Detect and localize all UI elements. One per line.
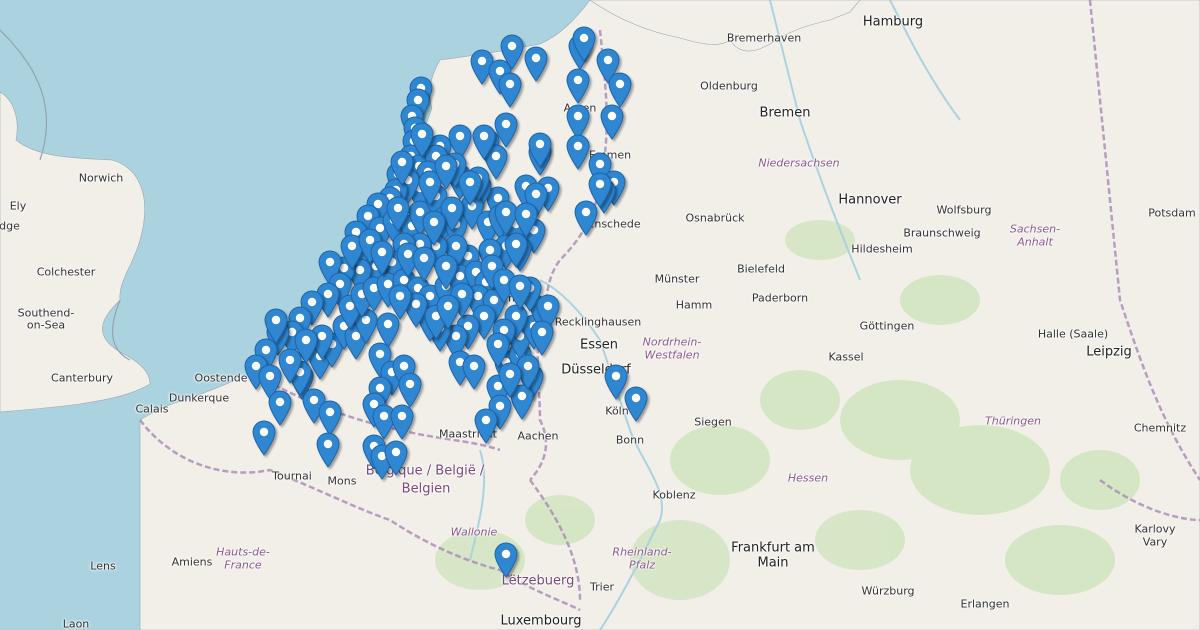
city-label: Göttingen (859, 319, 915, 333)
city-label: Hannover (838, 192, 902, 208)
city-label: Colchester (36, 265, 96, 279)
country-label: Belgien (401, 481, 451, 497)
map-marker-icon[interactable] (500, 34, 524, 70)
region-label: Westfalen (644, 348, 700, 362)
city-label: Hildesheim (851, 242, 913, 256)
map-marker-icon[interactable] (524, 46, 548, 82)
city-label: Calais (135, 402, 169, 416)
city-label: Southend- (17, 306, 75, 320)
city-label: Essen (580, 337, 618, 353)
map-marker-icon[interactable] (462, 354, 486, 390)
map-marker-icon[interactable] (398, 372, 422, 408)
city-label: Main (757, 555, 789, 571)
map-marker-icon[interactable] (436, 294, 460, 330)
map-marker-icon[interactable] (316, 432, 340, 468)
region-label: Rheinland- (612, 545, 672, 559)
city-label: Chemnitz (1133, 421, 1187, 435)
city-label: Paderborn (751, 291, 809, 305)
region-label: Thüringen (985, 414, 1041, 428)
city-label: Bremerhaven (726, 31, 802, 45)
map-marker-icon[interactable] (410, 122, 434, 158)
map-marker-icon[interactable] (624, 386, 648, 422)
city-label: Bonn (615, 433, 645, 447)
map-marker-icon[interactable] (472, 124, 496, 160)
city-label: Dunkerque (168, 391, 230, 405)
city-label: idge (0, 219, 20, 233)
city-label: Hamm (675, 298, 713, 312)
city-label: Wolfsburg (936, 203, 992, 217)
map-marker-icon[interactable] (390, 404, 414, 440)
map-marker-icon[interactable] (370, 240, 394, 276)
city-label: Luxembourg (500, 613, 582, 629)
city-label: Kassel (828, 350, 864, 364)
map-marker-icon[interactable] (384, 440, 408, 476)
city-label: Ely (9, 199, 27, 213)
region-label: France (224, 558, 262, 572)
region-label: Nordrhein- (642, 335, 702, 349)
city-label: Norwich (78, 171, 124, 185)
city-label: Recklinghausen (554, 315, 642, 329)
city-label: Würzburg (861, 584, 915, 598)
map-marker-icon[interactable] (566, 134, 590, 170)
city-label: Canterbury (51, 371, 113, 385)
city-label: Münster (654, 272, 700, 286)
city-label: Amiens (171, 555, 213, 569)
region-label: Pfalz (628, 558, 656, 572)
city-label: Hamburg (862, 14, 924, 30)
city-label: Oostende (194, 371, 248, 385)
city-label: Mons (327, 474, 357, 488)
region-label: Sachsen- (1009, 222, 1061, 236)
map-marker-icon[interactable] (498, 72, 522, 108)
map-marker-icon[interactable] (264, 308, 288, 344)
map-marker-icon[interactable] (474, 408, 498, 444)
map-marker-icon[interactable] (498, 362, 522, 398)
city-label: Frankfurt am (731, 540, 815, 556)
map-marker-icon[interactable] (422, 210, 446, 246)
map-marker-icon[interactable] (278, 348, 302, 384)
city-label: Halle (Saale) (1037, 327, 1109, 341)
map-marker-icon[interactable] (566, 68, 590, 104)
city-label: Karlovy (1134, 522, 1176, 536)
city-label: Vary (1142, 535, 1168, 549)
city-label: Koblenz (652, 488, 696, 502)
city-label: Oldenburg (700, 79, 758, 93)
city-label: Osnabrück (685, 211, 745, 225)
map-marker-icon[interactable] (530, 320, 554, 356)
city-label: Erlangen (960, 597, 1010, 611)
city-label: on-Sea (26, 318, 66, 332)
region-label: Hessen (787, 471, 829, 485)
city-label: Lens (90, 559, 116, 573)
map-marker-icon[interactable] (508, 274, 532, 310)
city-label: Trier (590, 580, 614, 594)
city-label: Bremen (759, 105, 811, 121)
map-marker-icon[interactable] (514, 202, 538, 238)
city-label: Potsdam (1148, 206, 1196, 220)
map-marker-icon[interactable] (412, 246, 436, 282)
city-label: Leipzig (1086, 344, 1132, 360)
city-label: Laon (62, 617, 90, 630)
map-marker-icon[interactable] (494, 542, 518, 578)
city-label: Bielefeld (737, 262, 785, 276)
map-marker-icon[interactable] (608, 72, 632, 108)
map-marker-icon[interactable] (434, 154, 458, 190)
map-marker-icon[interactable] (252, 420, 276, 456)
city-label: Aachen (517, 429, 559, 443)
map-marker-icon[interactable] (572, 26, 596, 62)
region-label: Anhalt (1017, 235, 1053, 249)
region-label: Hauts-de- (216, 545, 270, 559)
map-marker-icon[interactable] (318, 400, 342, 436)
map-marker-icon[interactable] (494, 112, 518, 148)
city-label: Braunschweig (903, 226, 981, 240)
map-view[interactable]: Hamburg Bremerhaven Oldenburg Bremen Norwich… (0, 0, 1200, 630)
region-label: Niedersachsen (758, 156, 840, 170)
map-marker-icon[interactable] (600, 104, 624, 140)
city-label: Siegen (694, 415, 732, 429)
city-label: Tournai (272, 469, 312, 483)
map-marker-icon[interactable] (386, 196, 410, 232)
region-label: Wallonie (450, 525, 498, 539)
map-marker-icon[interactable] (528, 132, 552, 168)
map-marker-icon[interactable] (588, 172, 612, 208)
